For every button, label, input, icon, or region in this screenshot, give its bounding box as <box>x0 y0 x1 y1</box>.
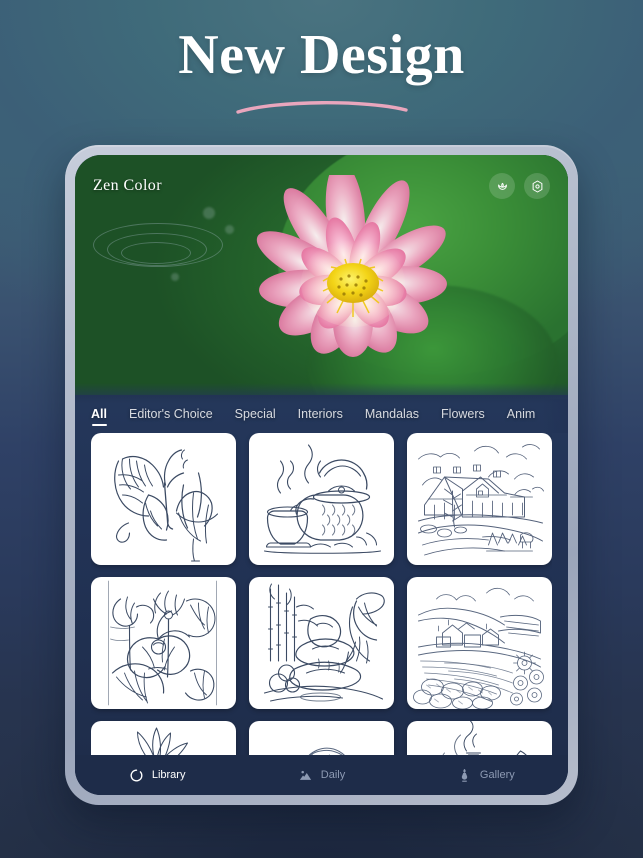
gallery-card-butterfly-on-tulip[interactable] <box>91 433 236 565</box>
app-screen: Zen Color All Editor's Choice Special In… <box>75 155 568 795</box>
vase-icon <box>457 767 473 783</box>
gear-icon <box>532 180 542 192</box>
nav-item-library[interactable]: Library <box>75 767 239 783</box>
nav-label-library: Library <box>151 769 186 781</box>
nav-item-gallery[interactable]: Gallery <box>404 767 568 783</box>
tab-editors-choice[interactable]: Editor's Choice <box>129 407 213 426</box>
tab-interiors[interactable]: Interiors <box>298 407 343 426</box>
gallery-card-zen-stones-bamboo[interactable] <box>249 577 394 709</box>
headline-block: New Design <box>0 24 643 114</box>
gallery-card-daisy-flower[interactable] <box>91 721 236 755</box>
tab-flowers[interactable]: Flowers <box>441 407 485 426</box>
lotus-icon-button[interactable] <box>489 173 515 199</box>
app-topbar: Zen Color <box>75 155 568 217</box>
nav-item-daily[interactable]: Daily <box>239 767 403 783</box>
page-title: New Design <box>178 24 465 86</box>
tab-mandalas[interactable]: Mandalas <box>365 407 419 426</box>
gallery-card-cabin-with-smoke[interactable] <box>407 721 552 755</box>
lotus-icon <box>497 182 507 190</box>
nav-label-gallery: Gallery <box>479 769 515 781</box>
gallery-card-girl-portrait[interactable] <box>249 721 394 755</box>
gallery-card-farm-field-landscape[interactable] <box>407 577 552 709</box>
gallery-card-teapot-and-cup[interactable] <box>249 433 394 565</box>
tab-all[interactable]: All <box>91 407 107 426</box>
title-underline-swoosh <box>235 101 408 114</box>
coloring-page-grid <box>91 433 552 755</box>
gallery-card-farmhouse-landscape[interactable] <box>407 433 552 565</box>
category-tabs: All Editor's Choice Special Interiors Ma… <box>75 399 568 433</box>
water-ripple <box>121 242 191 264</box>
tab-animals[interactable]: Anim <box>507 407 535 426</box>
app-brand-logo: Zen Color <box>93 177 162 194</box>
ring-icon <box>129 767 145 783</box>
settings-icon-button[interactable] <box>524 173 550 199</box>
bottom-navigation: Library Daily Gallery <box>75 755 568 795</box>
nav-label-daily: Daily <box>320 769 346 781</box>
tabs-fade-edge <box>542 399 568 433</box>
tab-special[interactable]: Special <box>235 407 276 426</box>
tablet-device: Zen Color All Editor's Choice Special In… <box>65 145 578 805</box>
bokeh-dot <box>171 273 179 281</box>
hero-image: Zen Color <box>75 155 568 395</box>
mountain-icon <box>298 767 314 783</box>
gallery-card-lotus-flowers[interactable] <box>91 577 236 709</box>
topbar-actions <box>489 173 550 199</box>
